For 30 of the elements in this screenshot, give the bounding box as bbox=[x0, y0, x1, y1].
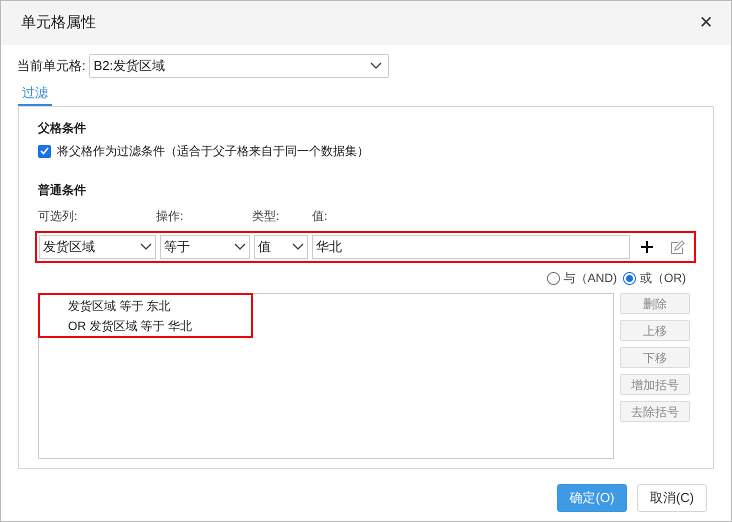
radio-button[interactable] bbox=[623, 272, 636, 284]
chevron-icon bbox=[140, 243, 152, 251]
column-label: 类型: bbox=[252, 208, 280, 225]
radio-label: 或（OR) bbox=[640, 270, 686, 287]
column-label: 操作: bbox=[156, 208, 184, 225]
dropdown[interactable]: 发货区域 bbox=[39, 235, 156, 259]
dropdown[interactable]: 值 bbox=[254, 235, 308, 259]
condition-item[interactable]: 发货区域 等于 东北 bbox=[68, 296, 613, 316]
column-label: 可选列: bbox=[38, 208, 78, 225]
cell-dropdown[interactable]: B2:发货区域 bbox=[88, 54, 389, 78]
cancel-button[interactable]: 取消(C) bbox=[637, 484, 707, 512]
column-label: 值: bbox=[312, 208, 328, 225]
checkbox-label: 将父格作为过滤条件（适合于父子格来自于同一个数据集） bbox=[57, 143, 369, 160]
radio-label: 与（AND) bbox=[564, 270, 617, 287]
condition-item[interactable]: OR 发货区域 等于 华北 bbox=[68, 316, 613, 336]
section-heading: 父格条件 bbox=[38, 120, 87, 137]
radio-button[interactable] bbox=[546, 272, 560, 284]
plus-icon[interactable] bbox=[640, 240, 654, 254]
section-heading: 普通条件 bbox=[38, 182, 87, 199]
close-button[interactable]: ✕ bbox=[699, 10, 713, 36]
check-icon bbox=[40, 147, 49, 155]
field-label: 当前单元格: bbox=[17, 57, 86, 76]
chevron-icon bbox=[234, 243, 246, 251]
chevron-icon bbox=[292, 243, 304, 251]
window-title: 单元格属性 bbox=[21, 12, 96, 33]
edit-icon[interactable] bbox=[670, 240, 685, 254]
value-field[interactable]: 华北 bbox=[312, 235, 630, 259]
checkbox[interactable] bbox=[38, 144, 51, 158]
dropdown[interactable]: 等于 bbox=[160, 235, 250, 259]
chevron-icon bbox=[370, 62, 382, 70]
